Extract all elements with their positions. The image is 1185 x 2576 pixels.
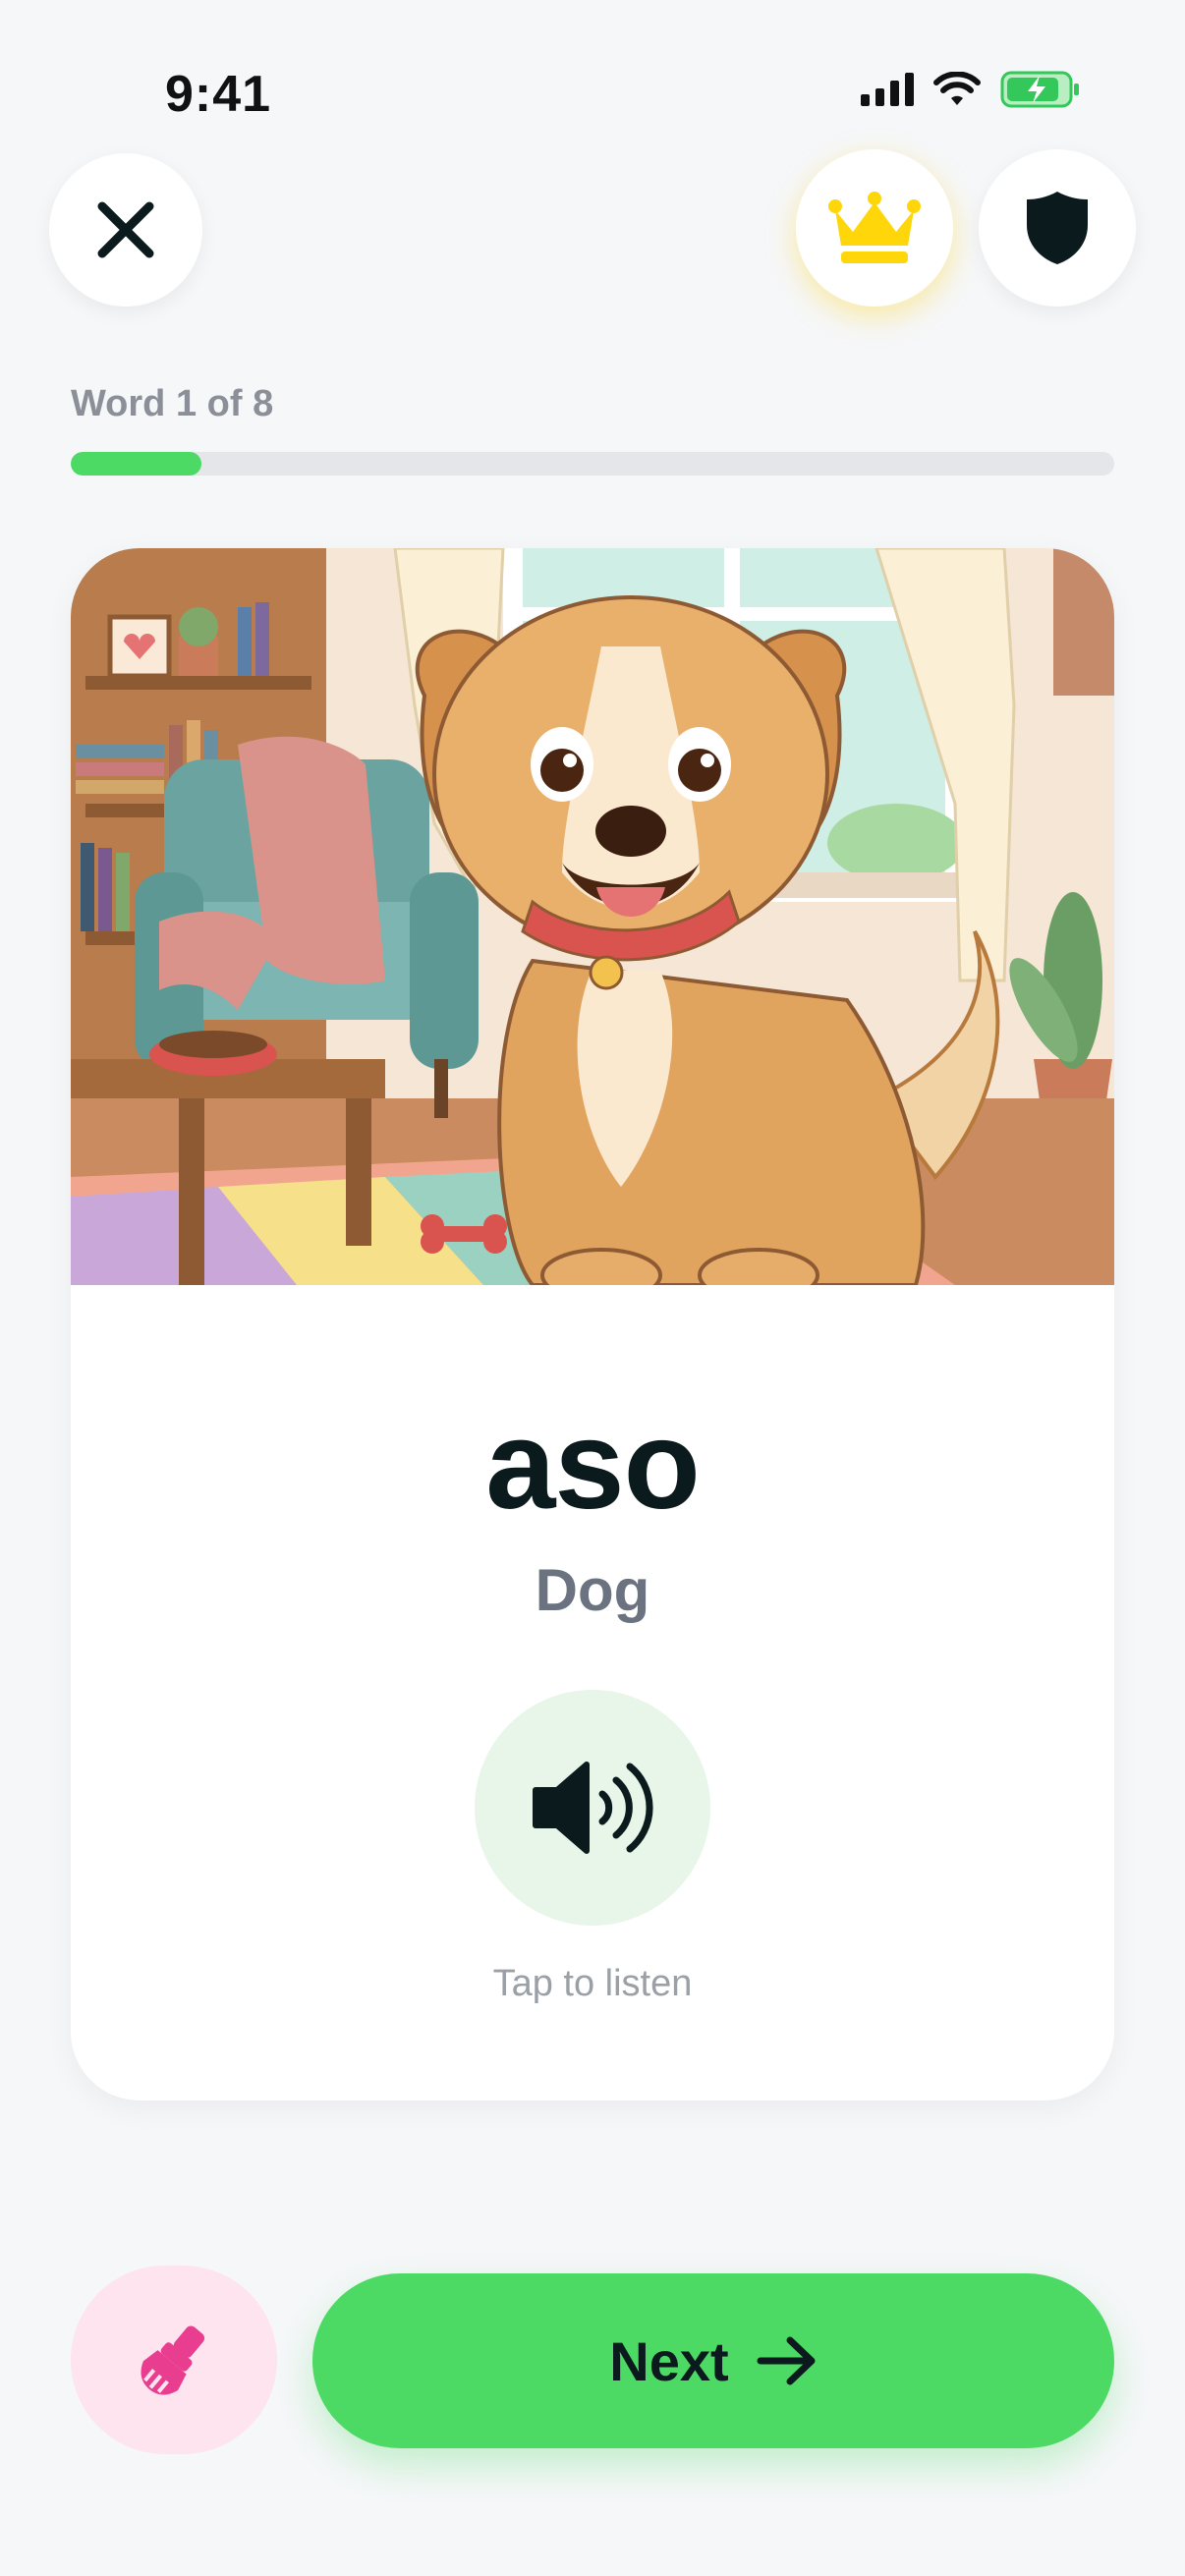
next-button[interactable]: Next [312, 2273, 1114, 2448]
premium-button[interactable] [796, 149, 953, 307]
status-time: 9:41 [165, 66, 272, 123]
progress-label: Word 1 of 8 [71, 383, 274, 424]
target-word: aso [485, 1395, 701, 1536]
flashcard: aso Dog Tap to listen [71, 548, 1114, 2100]
tap-to-listen-hint: Tap to listen [492, 1963, 693, 2004]
status-icons [861, 71, 1081, 108]
next-button-label: Next [609, 2329, 729, 2392]
close-button[interactable] [49, 153, 202, 307]
battery-icon [1000, 71, 1079, 108]
shield-icon [1027, 192, 1088, 264]
speaker-icon [533, 1762, 653, 1854]
paintbrush-icon [141, 2325, 205, 2395]
progress-fill [71, 452, 201, 476]
wifi-icon [933, 72, 981, 105]
arrow-right-icon [757, 2336, 816, 2385]
signal-icon [861, 73, 914, 106]
shield-button[interactable] [979, 149, 1136, 307]
dog-illustration [71, 548, 1114, 1285]
close-icon [97, 201, 154, 258]
word-translation: Dog [535, 1557, 650, 1623]
progress-bar [71, 452, 1114, 476]
play-audio-button[interactable] [475, 1690, 710, 1926]
crown-icon [828, 192, 921, 263]
customize-button[interactable] [71, 2266, 277, 2454]
